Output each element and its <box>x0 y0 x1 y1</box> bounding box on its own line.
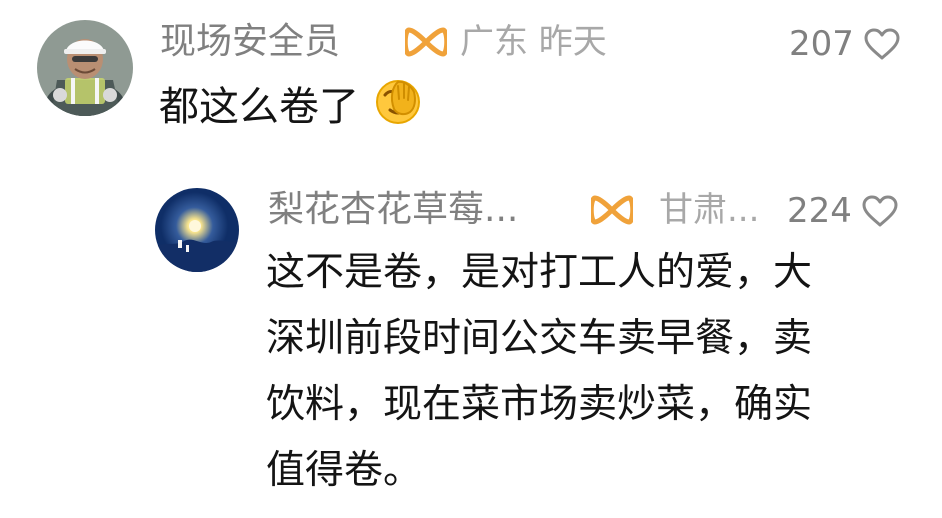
facepalm-emoji-icon <box>374 78 423 147</box>
comment-text-content: 都这么卷了 <box>159 84 359 130</box>
commenter-avatar[interactable] <box>37 20 133 116</box>
reply-text-line: 值得卷。 <box>266 448 423 493</box>
comment-like-group[interactable]: 207 <box>789 24 900 64</box>
comment-location-time: 广东 昨天 <box>460 22 607 62</box>
reply-like-group[interactable]: 224 <box>787 191 898 231</box>
reply-text: 这不是卷，是对打工人的爱，大 深圳前段时间公交车卖早餐，卖 饮料，现在菜市场卖炒… <box>266 240 916 504</box>
reply-avatar[interactable] <box>155 188 239 272</box>
comment-like-count: 207 <box>789 24 854 64</box>
night-sky-avatar-image <box>155 188 239 272</box>
reply-like-count: 224 <box>787 191 852 231</box>
reply-text-line: 这不是卷，是对打工人的爱，大 <box>266 250 813 295</box>
commenter-username[interactable]: 现场安全员 <box>160 20 340 64</box>
comment-thread: 现场安全员 广东 昨天 207 都这么卷了 梨花杏花草莓... 甘肃... 22… <box>0 0 942 518</box>
reply-location: 甘肃... <box>659 190 760 230</box>
reply-text-line: 饮料，现在菜市场卖炒菜，确实 <box>266 382 813 427</box>
fan-badge-icon <box>591 195 633 225</box>
heart-icon[interactable] <box>862 195 898 228</box>
reply-username[interactable]: 梨花杏花草莓... <box>268 188 518 232</box>
reply-text-line: 深圳前段时间公交车卖早餐，卖 <box>266 316 813 361</box>
worker-avatar-image <box>37 20 133 116</box>
fan-badge-icon <box>405 27 447 57</box>
heart-icon[interactable] <box>864 28 900 61</box>
comment-text: 都这么卷了 <box>159 74 423 147</box>
